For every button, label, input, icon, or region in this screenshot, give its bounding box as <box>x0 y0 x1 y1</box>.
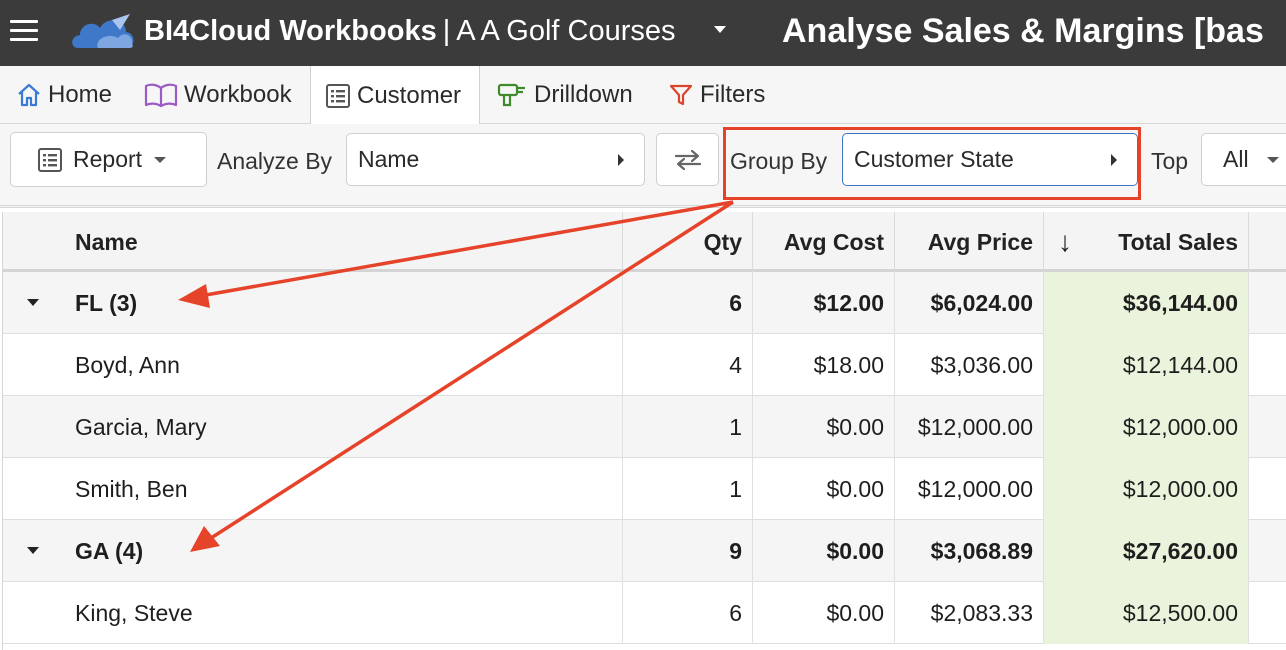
hamburger-menu-icon[interactable] <box>10 20 38 44</box>
group-by-highlight-annotation <box>723 127 1141 200</box>
sort-descending-icon[interactable]: ↓ <box>1058 226 1072 258</box>
workspace-name[interactable]: A A Golf Courses <box>456 15 675 47</box>
table-row[interactable]: Boyd, Ann 4 $18.00 $3,036.00 $12,144.00 <box>3 334 1286 396</box>
row-avg-cost: $0.00 <box>753 520 895 582</box>
row-total-sales: $27,620.00 <box>1044 520 1249 582</box>
group-row-fl[interactable]: FL (3) 6 $12.00 $6,024.00 $36,144.00 <box>3 272 1286 334</box>
analyze-by-chevron-right-icon <box>618 153 624 166</box>
row-qty: 6 <box>623 272 753 334</box>
row-avg-cost: $18.00 <box>753 334 895 396</box>
row-avg-price: $3,068.89 <box>895 520 1044 582</box>
tab-customer[interactable]: Customer <box>310 66 480 125</box>
tab-drilldown-label: Drilldown <box>534 81 633 108</box>
row-total-sales: $12,500.00 <box>1044 582 1249 644</box>
column-header-avg-price[interactable]: Avg Price <box>895 212 1044 272</box>
column-header-total-sales-label: Total Sales <box>1118 228 1238 255</box>
filter-icon <box>669 84 693 106</box>
row-qty: 1 <box>623 458 753 520</box>
analyze-by-label: Analyze By <box>217 148 333 174</box>
analyze-by-select[interactable]: Name <box>346 133 645 186</box>
row-qty: 9 <box>623 520 753 582</box>
book-icon <box>144 83 178 108</box>
row-name: Boyd, Ann <box>3 334 623 396</box>
ribbon-tabs: Home Workbook Customer Drilldown Filters <box>0 66 1286 125</box>
analyze-by-value: Name <box>358 146 420 172</box>
cloud-logo-icon <box>72 14 134 48</box>
table-row[interactable]: King, Steve 6 $0.00 $2,083.33 $12,500.00 <box>3 582 1286 644</box>
swap-button[interactable] <box>656 133 719 186</box>
row-avg-cost: $0.00 <box>753 458 895 520</box>
row-avg-price: $12,000.00 <box>895 458 1044 520</box>
title-bar: BI4Cloud Workbooks | A A Golf Courses Anal… <box>0 0 1286 66</box>
column-header-avg-cost[interactable]: Avg Cost <box>753 212 895 272</box>
row-avg-price: $3,036.00 <box>895 334 1044 396</box>
row-name: King, Steve <box>3 582 623 644</box>
top-value: All <box>1223 146 1249 172</box>
row-total-sales: $12,144.00 <box>1044 334 1249 396</box>
row-total-sales: $12,000.00 <box>1044 458 1249 520</box>
grid-header: Name Qty Avg Cost Avg Price ↓ Total Sale… <box>3 212 1286 272</box>
sales-grid: Name Qty Avg Cost Avg Price ↓ Total Sale… <box>2 212 1286 650</box>
top-dropdown-icon <box>1266 156 1279 163</box>
report-dropdown-icon <box>154 156 167 163</box>
row-avg-price: $6,024.00 <box>895 272 1044 334</box>
drill-icon <box>497 83 525 107</box>
table-row[interactable]: Smith, Ben 1 $0.00 $12,000.00 $12,000.00 <box>3 458 1286 520</box>
report-list-icon <box>38 147 62 172</box>
list-icon <box>326 83 350 108</box>
row-qty: 4 <box>623 334 753 396</box>
tab-filters[interactable]: Filters <box>660 66 773 124</box>
row-avg-price: $2,083.33 <box>895 582 1044 644</box>
page-title: Analyse Sales & Margins [bas <box>782 12 1264 50</box>
row-name: FL (3) <box>3 272 623 334</box>
title-separator: | <box>442 15 451 47</box>
report-button[interactable]: Report <box>10 132 207 187</box>
row-qty: 6 <box>623 582 753 644</box>
tab-customer-label: Customer <box>357 81 462 109</box>
app-name: BI4Cloud Workbooks <box>144 15 437 47</box>
column-header-total-sales[interactable]: ↓ Total Sales <box>1044 212 1249 272</box>
top-label: Top <box>1151 148 1189 174</box>
row-total-sales: $12,000.00 <box>1044 396 1249 458</box>
row-qty: 1 <box>623 396 753 458</box>
table-row[interactable]: Garcia, Mary 1 $0.00 $12,000.00 $12,000.… <box>3 396 1286 458</box>
row-avg-cost: $0.00 <box>753 396 895 458</box>
row-total-sales: $36,144.00 <box>1044 272 1249 334</box>
column-header-name[interactable]: Name <box>3 212 623 272</box>
workspace-dropdown-icon[interactable] <box>714 26 726 33</box>
group-row-ga[interactable]: GA (4) 9 $0.00 $3,068.89 $27,620.00 <box>3 520 1286 582</box>
row-avg-cost: $12.00 <box>753 272 895 334</box>
tab-filters-label: Filters <box>700 81 766 108</box>
tab-workbook-label: Workbook <box>184 81 292 108</box>
top-select[interactable]: All <box>1201 133 1286 186</box>
row-name: Smith, Ben <box>3 458 623 520</box>
home-icon <box>18 83 40 107</box>
report-button-label: Report <box>73 146 143 172</box>
tab-workbook[interactable]: Workbook <box>136 66 300 124</box>
row-name: Garcia, Mary <box>3 396 623 458</box>
row-name: GA (4) <box>3 520 623 582</box>
tab-home-label: Home <box>48 81 113 108</box>
tab-drilldown[interactable]: Drilldown <box>488 66 641 124</box>
app-title: BI4Cloud Workbooks | A A Golf Courses <box>144 14 676 48</box>
swap-arrows-icon <box>674 149 701 170</box>
column-header-qty[interactable]: Qty <box>623 212 753 272</box>
row-avg-price: $12,000.00 <box>895 396 1044 458</box>
tab-home[interactable]: Home <box>8 66 120 124</box>
row-avg-cost: $0.00 <box>753 582 895 644</box>
